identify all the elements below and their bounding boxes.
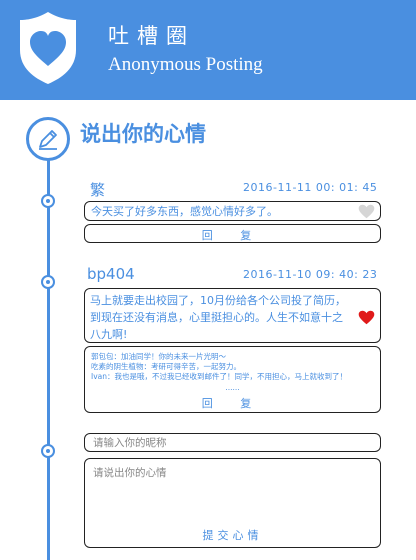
nickname-field-box (84, 433, 381, 452)
brand-title-en: Anonymous Posting (108, 54, 263, 75)
reply-button[interactable]: 回 复 (84, 224, 381, 243)
comment-item: 吃素的阴生植物：考研可得辛苦，一起努力。 (91, 362, 241, 371)
comment-item: Ivan：我也是哦，不过我已经收到邮件了！同学，不用担心，马上就收到了！ (91, 372, 347, 381)
comment-item: 郭包包：加油同学！你的未来一片光明～ (91, 352, 226, 361)
more-comments-ellipsis[interactable]: ...... (85, 383, 380, 393)
post-username: 繁 (90, 181, 106, 199)
comments-box: 郭包包：加油同学！你的未来一片光明～ 吃素的阴生植物：考研可得辛苦，一起努力。 … (84, 346, 381, 413)
timeline-dot (41, 444, 55, 458)
submit-button[interactable]: 提交心情 (85, 527, 380, 543)
post-time: 2016-11-11 00: 01: 45 (243, 181, 378, 194)
pencil-icon (39, 130, 57, 150)
timeline-dot (41, 275, 55, 289)
app-header: 吐槽圈 Anonymous Posting (0, 0, 416, 100)
reply-button-label: 回 复 (201, 229, 264, 242)
compose-badge (26, 117, 70, 161)
post-username: bp404 (87, 265, 135, 283)
shield-heart-logo-icon (20, 12, 76, 84)
nickname-input[interactable] (93, 436, 363, 450)
timeline-line (47, 158, 50, 560)
timeline-dot (41, 194, 55, 208)
post-message: 今天买了好多东西，感觉心情好多了。 (91, 205, 278, 218)
section-title: 说出你的心情 (80, 121, 206, 146)
post-time: 2016-11-10 09: 40: 23 (243, 268, 378, 281)
content-textarea[interactable] (93, 465, 371, 515)
like-heart-icon[interactable] (358, 310, 375, 325)
brand-title-cn: 吐槽圈 (108, 24, 195, 48)
post-message: 马上就要走出校园了，10月份给各个公司投了简历，到现在还没有消息，心里挺担心的。… (90, 294, 346, 341)
post-message-box: 今天买了好多东西，感觉心情好多了。 (84, 201, 381, 221)
reply-button[interactable]: 回 复 (85, 395, 380, 411)
content-field-box: 提交心情 (84, 458, 381, 548)
post-message-box: 马上就要走出校园了，10月份给各个公司投了简历，到现在还没有消息，心里挺担心的。… (84, 288, 381, 343)
like-heart-icon[interactable] (358, 204, 375, 219)
